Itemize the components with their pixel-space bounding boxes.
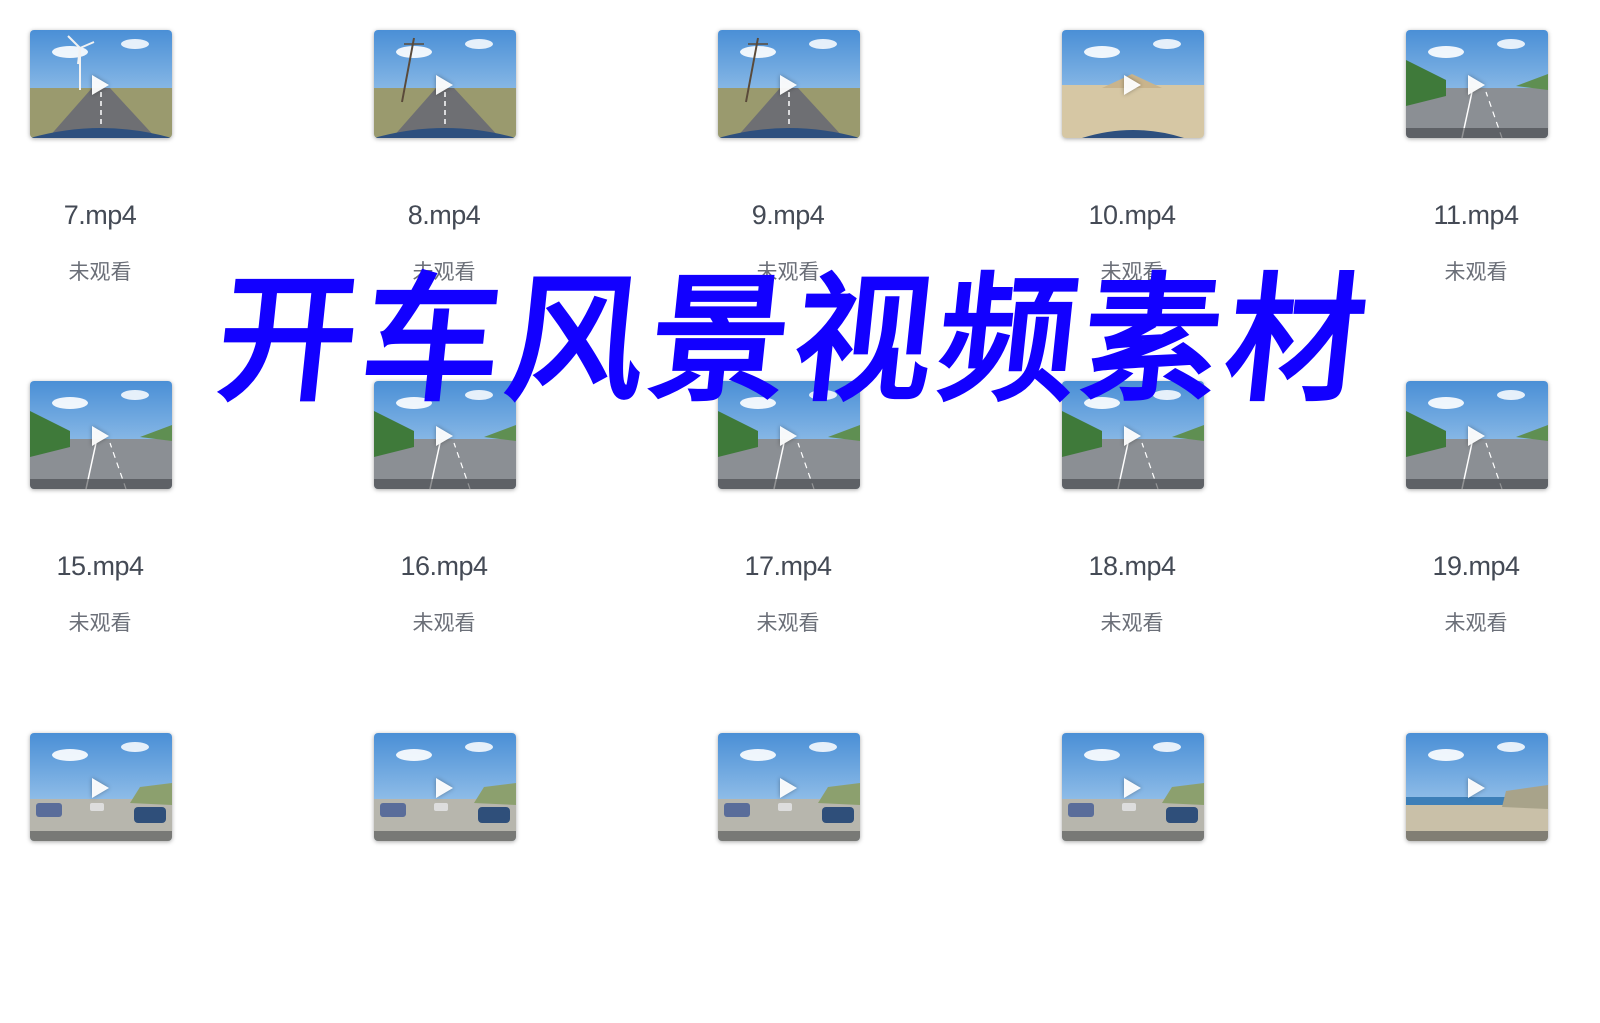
play-icon	[780, 426, 797, 446]
play-icon	[92, 75, 109, 95]
play-icon	[1468, 75, 1485, 95]
play-icon	[1124, 426, 1141, 446]
file-name[interactable]: 15.mp4	[0, 551, 200, 582]
file-name[interactable]: 19.mp4	[1376, 551, 1576, 582]
play-icon	[436, 426, 453, 446]
file-name[interactable]: 7.mp4	[0, 200, 200, 231]
file-name[interactable]: 9.mp4	[688, 200, 888, 231]
file-item[interactable]	[0, 733, 200, 1023]
video-thumbnail[interactable]	[1062, 30, 1204, 138]
play-icon	[92, 426, 109, 446]
file-name[interactable]: 10.mp4	[1032, 200, 1232, 231]
file-item[interactable]	[1032, 733, 1232, 1023]
file-name[interactable]: 11.mp4	[1376, 200, 1576, 231]
play-icon	[1124, 75, 1141, 95]
file-grid: 7.mp4 未观看 8.mp4 未观看 9.mp4 未观看 10.mp4 未观看 11.mp4 未…	[0, 0, 1600, 900]
watch-status: 未观看	[68, 611, 132, 635]
overlay-headline: 开车风景视频素材	[210, 258, 1380, 421]
file-item[interactable]	[1376, 733, 1576, 1023]
file-item[interactable]	[344, 733, 544, 1023]
watch-status: 未观看	[1100, 611, 1164, 635]
video-thumbnail[interactable]	[1062, 733, 1204, 841]
watch-status: 未观看	[756, 611, 820, 635]
video-thumbnail[interactable]	[1406, 733, 1548, 841]
file-name[interactable]: 8.mp4	[344, 200, 544, 231]
video-thumbnail[interactable]	[1406, 30, 1548, 138]
watch-status: 未观看	[412, 611, 476, 635]
video-thumbnail[interactable]	[374, 733, 516, 841]
file-name[interactable]: 17.mp4	[688, 551, 888, 582]
video-thumbnail[interactable]	[30, 30, 172, 138]
play-icon	[1124, 778, 1141, 798]
file-name[interactable]: 18.mp4	[1032, 551, 1232, 582]
play-icon	[780, 75, 797, 95]
play-icon	[1468, 426, 1485, 446]
play-icon	[436, 75, 453, 95]
play-icon	[436, 778, 453, 798]
video-thumbnail[interactable]	[374, 30, 516, 138]
video-thumbnail[interactable]	[30, 733, 172, 841]
play-icon	[780, 778, 797, 798]
play-icon	[1468, 778, 1485, 798]
video-thumbnail[interactable]	[718, 30, 860, 138]
file-item[interactable]	[688, 733, 888, 1023]
video-thumbnail[interactable]	[718, 733, 860, 841]
file-name[interactable]: 16.mp4	[344, 551, 544, 582]
watch-status: 未观看	[1444, 611, 1508, 635]
play-icon	[92, 778, 109, 798]
